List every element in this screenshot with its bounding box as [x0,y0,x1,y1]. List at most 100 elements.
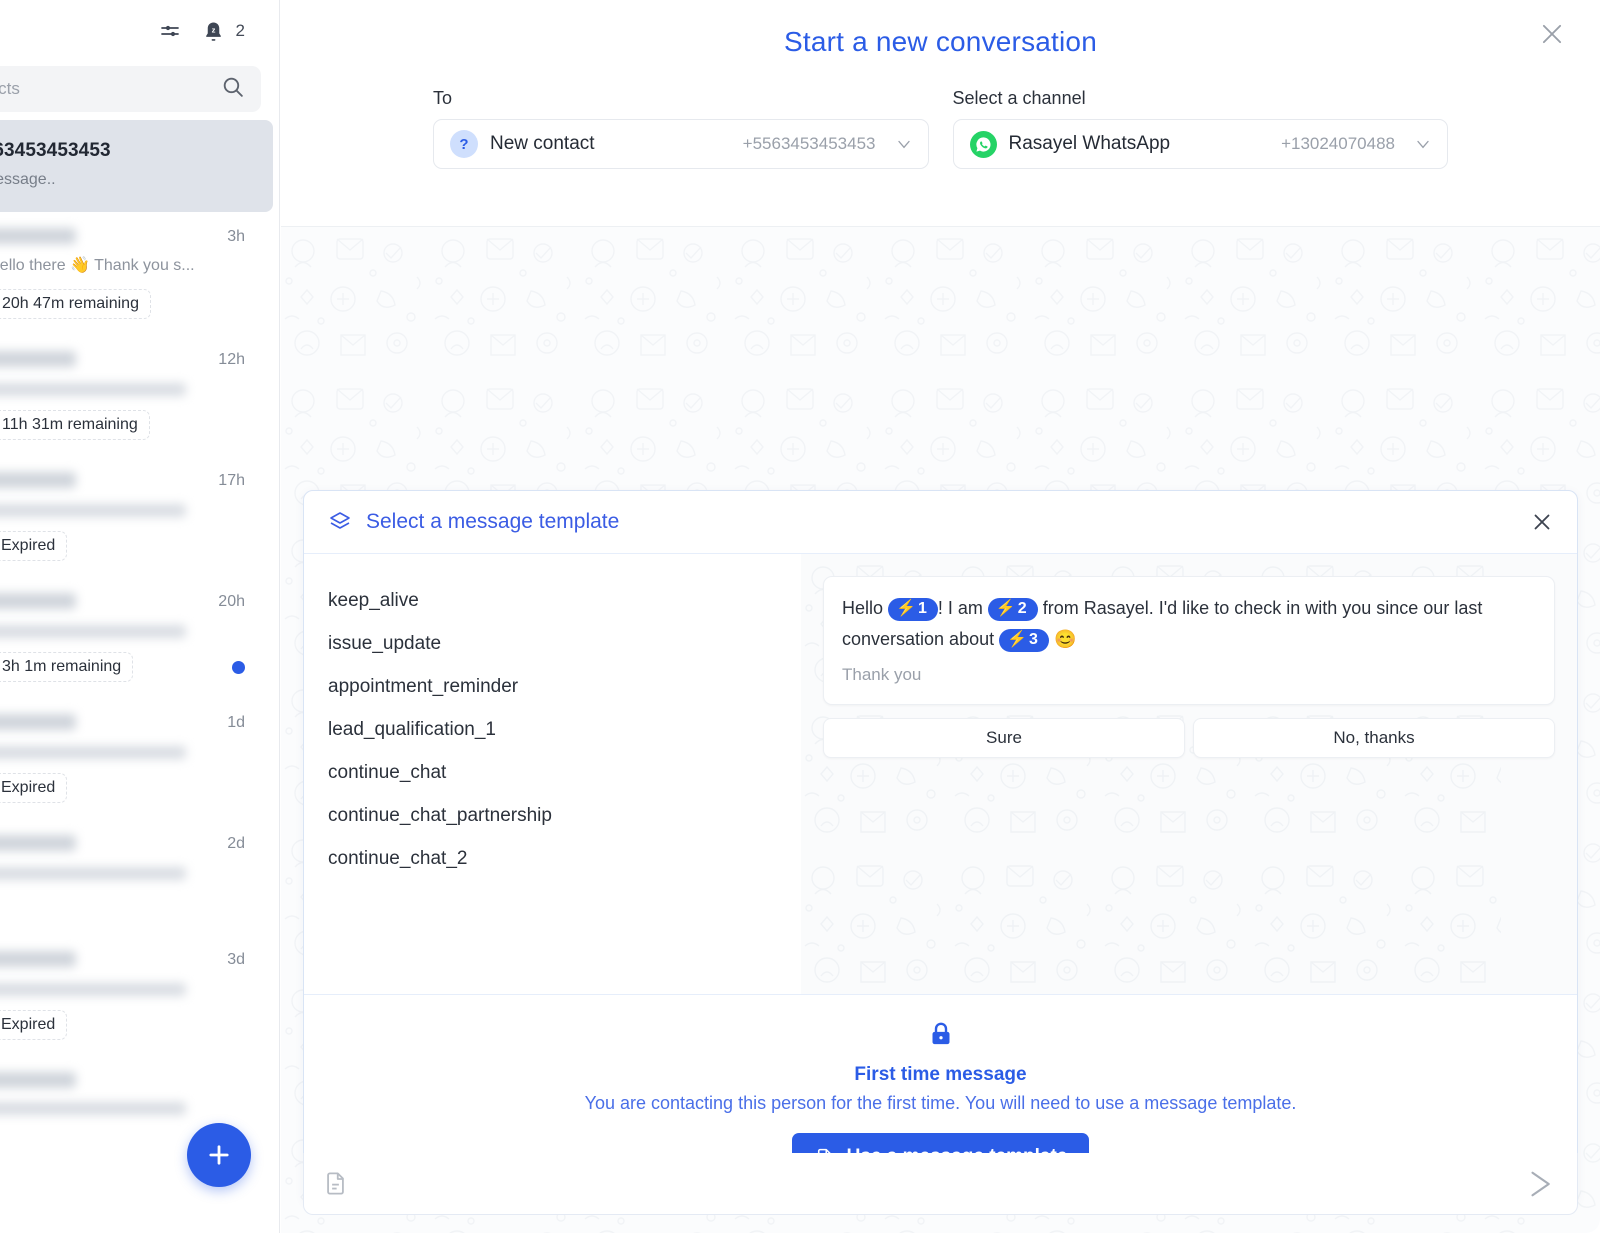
sidebar-topbar: z 2 [0,0,279,62]
status-label: 20h 47m remaining [2,295,139,312]
conversation-name: 5563453453453 [0,140,111,161]
conversation-name [0,593,76,609]
conversation-preview [0,383,186,396]
channel-name: Rasayel WhatsApp [1008,133,1171,154]
quick-reply-button[interactable]: No, thanks [1193,718,1555,758]
to-group: To ? New contact +5563453453453 [433,88,929,169]
conversation-preview: ot: Hello there 👋 Thank you s... [0,257,195,274]
template-list-item[interactable]: issue_update [328,623,801,666]
conversation-name [0,951,76,967]
conversation-preview [0,625,186,638]
new-conversation-modal: Start a new conversation To ? New contac… [281,0,1600,1233]
to-contact-select[interactable]: ? New contact +5563453453453 [433,119,929,169]
send-icon[interactable] [1525,1169,1555,1199]
template-panel-title-group[interactable]: Select a message template [328,510,619,534]
list-item[interactable]: 12h 11h 31m remaining [0,335,279,456]
list-item[interactable]: 2d [0,819,279,935]
variable-chip-2: ⚡ 2 [987,597,1038,621]
template-selector-panel: Select a message template keep_alive iss… [303,490,1578,1204]
status-badge: Expired [0,1010,68,1040]
conversation-time: 3h [227,228,245,245]
message-bubble: Hello ⚡ 1! I am ⚡ 2 from Rasayel. I'd like… [823,576,1555,705]
recipient-selectors: To ? New contact +5563453453453 Select a… [281,58,1600,169]
status-label: Expired [1,537,56,554]
conversation-time: 3d [227,951,245,968]
status-badge: Expired [0,531,68,561]
chat-background: Select a message template keep_alive iss… [281,227,1600,1233]
variable-chip-3: ⚡ 3 [999,628,1049,652]
to-label: To [433,88,453,108]
status-badge: 20h 47m remaining [0,289,151,319]
search-icon [220,74,245,104]
first-time-subtitle: You are contacting this person for the f… [584,1093,1297,1113]
bell-snooze-icon[interactable]: z [202,20,225,43]
conversation-preview [0,504,186,517]
list-item[interactable]: 5563453453453 r message.. [0,120,273,212]
list-item[interactable]: 3d Expired [0,935,279,1056]
status-badge: Expired [0,773,68,803]
notifications-control[interactable]: z 2 [202,20,245,43]
chevron-down-icon [894,134,914,154]
conversation-preview [0,1102,186,1115]
quick-reply-button[interactable]: Sure [823,718,1185,758]
template-preview: Hello ⚡ 1! I am ⚡ 2 from Rasayel. I'd like… [801,554,1577,994]
quick-reply-row: Sure No, thanks [823,718,1555,758]
close-icon[interactable] [1529,509,1555,535]
document-icon[interactable] [322,1170,349,1197]
conversation-preview: r message.. [0,171,56,188]
close-icon[interactable] [1532,14,1572,54]
conversation-list[interactable]: 5563453453453 r message.. 3h ot: Hello t… [0,120,279,1230]
template-list-item[interactable]: continue_chat_partnership [328,795,801,838]
chevron-down-icon [1413,134,1433,154]
conversation-time: 20h [218,593,245,610]
whatsapp-icon [969,130,997,158]
bubble-text-1: Hello [842,598,889,618]
status-badge: 3h 1m remaining [0,652,134,682]
status-label: 11h 31m remaining [2,416,138,433]
status-label: Expired [1,779,56,796]
modal-header: Start a new conversation To ? New contac… [281,0,1600,227]
template-list[interactable]: keep_alive issue_update appointment_remi… [304,554,801,994]
variable-chip-1: ⚡ 1 [888,597,938,621]
template-list-item[interactable]: appointment_reminder [328,666,801,709]
template-list-item[interactable]: continue_chat [328,752,801,795]
conversations-sidebar: z 2 tacts 5563453453453 r message.. [0,0,280,1233]
conversation-name [0,228,76,244]
channel-select[interactable]: Rasayel WhatsApp +13024070488 [952,119,1448,169]
template-list-item[interactable]: lead_qualification_1 [328,709,801,752]
message-composer[interactable] [303,1153,1578,1215]
new-conversation-fab[interactable] [187,1123,251,1187]
template-panel-header: Select a message template [304,491,1577,554]
conversation-preview [0,746,186,759]
sliders-icon[interactable] [158,19,182,43]
lock-icon [926,1019,956,1049]
bubble-footer-text: Thank you [842,665,922,684]
conversation-time: 2d [227,835,245,852]
search-placeholder: tacts [0,79,20,98]
template-panel-title: Select a message template [366,510,620,533]
status-label: Expired [1,1016,56,1033]
conversation-name [0,835,76,851]
template-list-item[interactable]: keep_alive [328,580,801,623]
conversation-name [0,1072,76,1088]
plus-icon [209,1145,229,1165]
list-item[interactable]: 20h 3h 1m remaining [0,577,279,698]
search-input[interactable]: tacts [0,66,261,112]
list-item[interactable]: 3h ot: Hello there 👋 Thank you s... 20h … [0,212,279,335]
contact-number: +5563453453453 [742,134,876,153]
conversation-name [0,351,76,367]
conversation-preview [0,867,186,880]
template-panel-body: keep_alive issue_update appointment_remi… [304,554,1577,994]
template-list-item[interactable]: continue_chat_2 [328,838,801,881]
avatar: ? [450,130,478,158]
conversation-name [0,472,76,488]
layers-icon [328,510,352,534]
first-time-title: First time message [854,1064,1027,1085]
list-item[interactable]: 1d Expired [0,698,279,819]
conversation-time: 12h [218,351,245,368]
list-item[interactable]: 17h Expired [0,456,279,577]
status-badge: 11h 31m remaining [0,410,150,440]
contact-name: New contact [490,133,595,154]
notification-count: 2 [235,21,245,40]
bubble-text-2: ! I am [937,598,988,618]
